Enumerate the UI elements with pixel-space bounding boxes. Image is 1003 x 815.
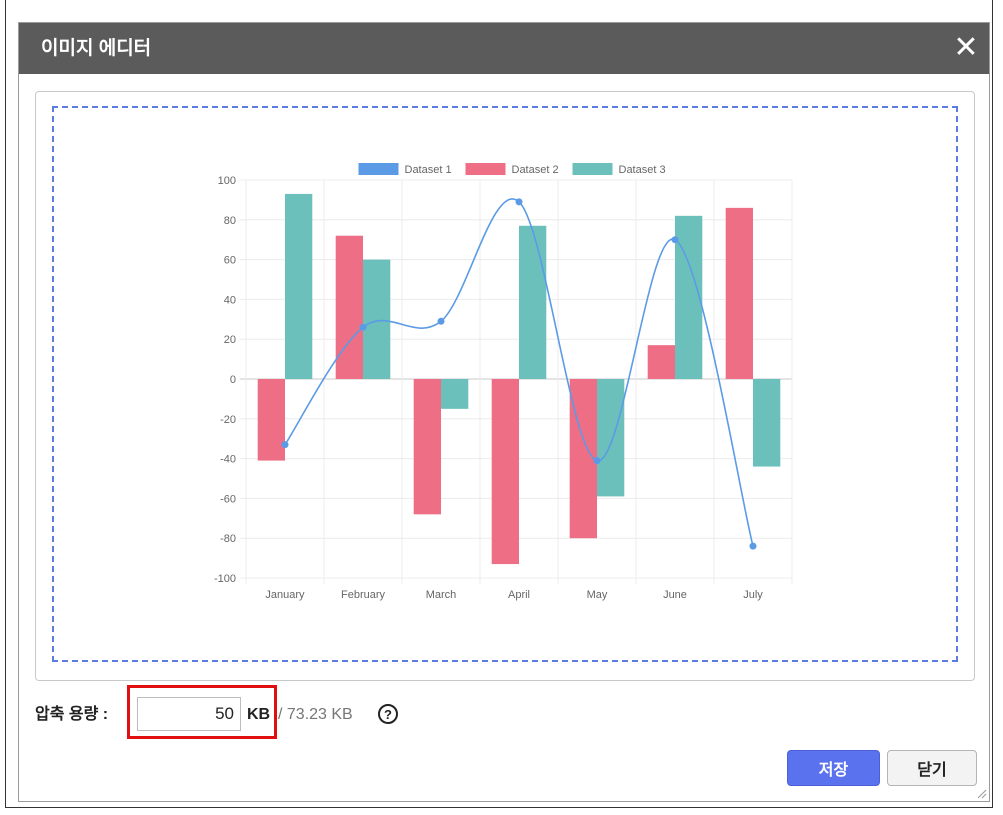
size-unit-label: KB bbox=[247, 706, 271, 723]
help-icon[interactable]: ? bbox=[378, 704, 398, 724]
x-tick-label: January bbox=[265, 589, 305, 601]
bar bbox=[753, 379, 781, 467]
bar bbox=[647, 345, 675, 379]
close-icon[interactable]: ✕ bbox=[951, 33, 981, 63]
line-point bbox=[671, 236, 679, 244]
compress-size-input[interactable] bbox=[137, 697, 241, 731]
y-tick-label: 0 bbox=[230, 374, 236, 386]
y-tick-label: -80 bbox=[220, 533, 236, 545]
bar bbox=[363, 259, 391, 379]
line-point bbox=[515, 198, 523, 206]
x-tick-label: June bbox=[663, 589, 687, 601]
x-tick-label: April bbox=[508, 589, 530, 601]
legend-swatch bbox=[572, 163, 613, 175]
line-point bbox=[749, 542, 757, 550]
compress-size-label: 압축 용량 : bbox=[35, 706, 109, 723]
bar bbox=[725, 207, 753, 379]
y-tick-label: 20 bbox=[224, 334, 236, 346]
y-tick-label: -20 bbox=[220, 414, 236, 426]
crop-selection-area[interactable]: 100 80 60 40 20 0 -20 -40 -60 -80 -100 January Febru… bbox=[52, 106, 958, 662]
bar bbox=[675, 215, 703, 379]
bar bbox=[285, 193, 313, 379]
line-point bbox=[281, 441, 289, 449]
dialog-title: 이미지 에디터 bbox=[41, 38, 152, 59]
compress-size-row: 압축 용량 : KB / 73.23 KB ? bbox=[35, 685, 635, 739]
line-point bbox=[437, 317, 445, 325]
bar bbox=[597, 379, 625, 497]
save-button[interactable]: 저장 bbox=[787, 750, 880, 786]
legend-label: Dataset 2 bbox=[512, 164, 559, 176]
bar bbox=[257, 379, 285, 461]
legend-label: Dataset 1 bbox=[405, 164, 452, 176]
chart: 100 80 60 40 20 0 -20 -40 -60 -80 -100 January Febru… bbox=[214, 163, 793, 601]
y-tick-label: -60 bbox=[220, 493, 236, 505]
bar bbox=[413, 379, 441, 515]
close-button[interactable]: 닫기 bbox=[887, 750, 977, 786]
x-tick-label: July bbox=[743, 589, 763, 601]
x-tick-label: March bbox=[426, 589, 457, 601]
bar bbox=[335, 235, 363, 379]
legend-label: Dataset 3 bbox=[619, 164, 666, 176]
original-size-text: / 73.23 KB bbox=[278, 706, 353, 723]
bar bbox=[441, 379, 469, 409]
x-tick-label: May bbox=[587, 589, 608, 601]
image-editor-panel: 100 80 60 40 20 0 -20 -40 -60 -80 -100 January Febru… bbox=[35, 91, 975, 681]
legend-swatch bbox=[465, 163, 506, 175]
bar bbox=[491, 379, 519, 565]
y-tick-label: 80 bbox=[224, 215, 236, 227]
bar bbox=[519, 225, 547, 379]
y-tick-label: -100 bbox=[214, 573, 236, 585]
y-tick-label: 40 bbox=[224, 294, 236, 306]
image-editor-dialog: 이미지 에디터 ✕ 100 80 60 40 20 0 -20 -40 -60 -80 -100 Ja… bbox=[18, 22, 990, 802]
y-tick-label: 100 bbox=[218, 175, 236, 187]
x-tick-label: February bbox=[341, 589, 386, 601]
y-tick-label: 60 bbox=[224, 255, 236, 267]
y-tick-label: -40 bbox=[220, 454, 236, 466]
legend-swatch bbox=[358, 163, 399, 175]
line-point bbox=[359, 323, 367, 331]
line-point bbox=[593, 457, 601, 465]
resize-grip-icon[interactable] bbox=[975, 787, 987, 799]
dialog-titlebar[interactable]: 이미지 에디터 ✕ bbox=[19, 23, 989, 74]
